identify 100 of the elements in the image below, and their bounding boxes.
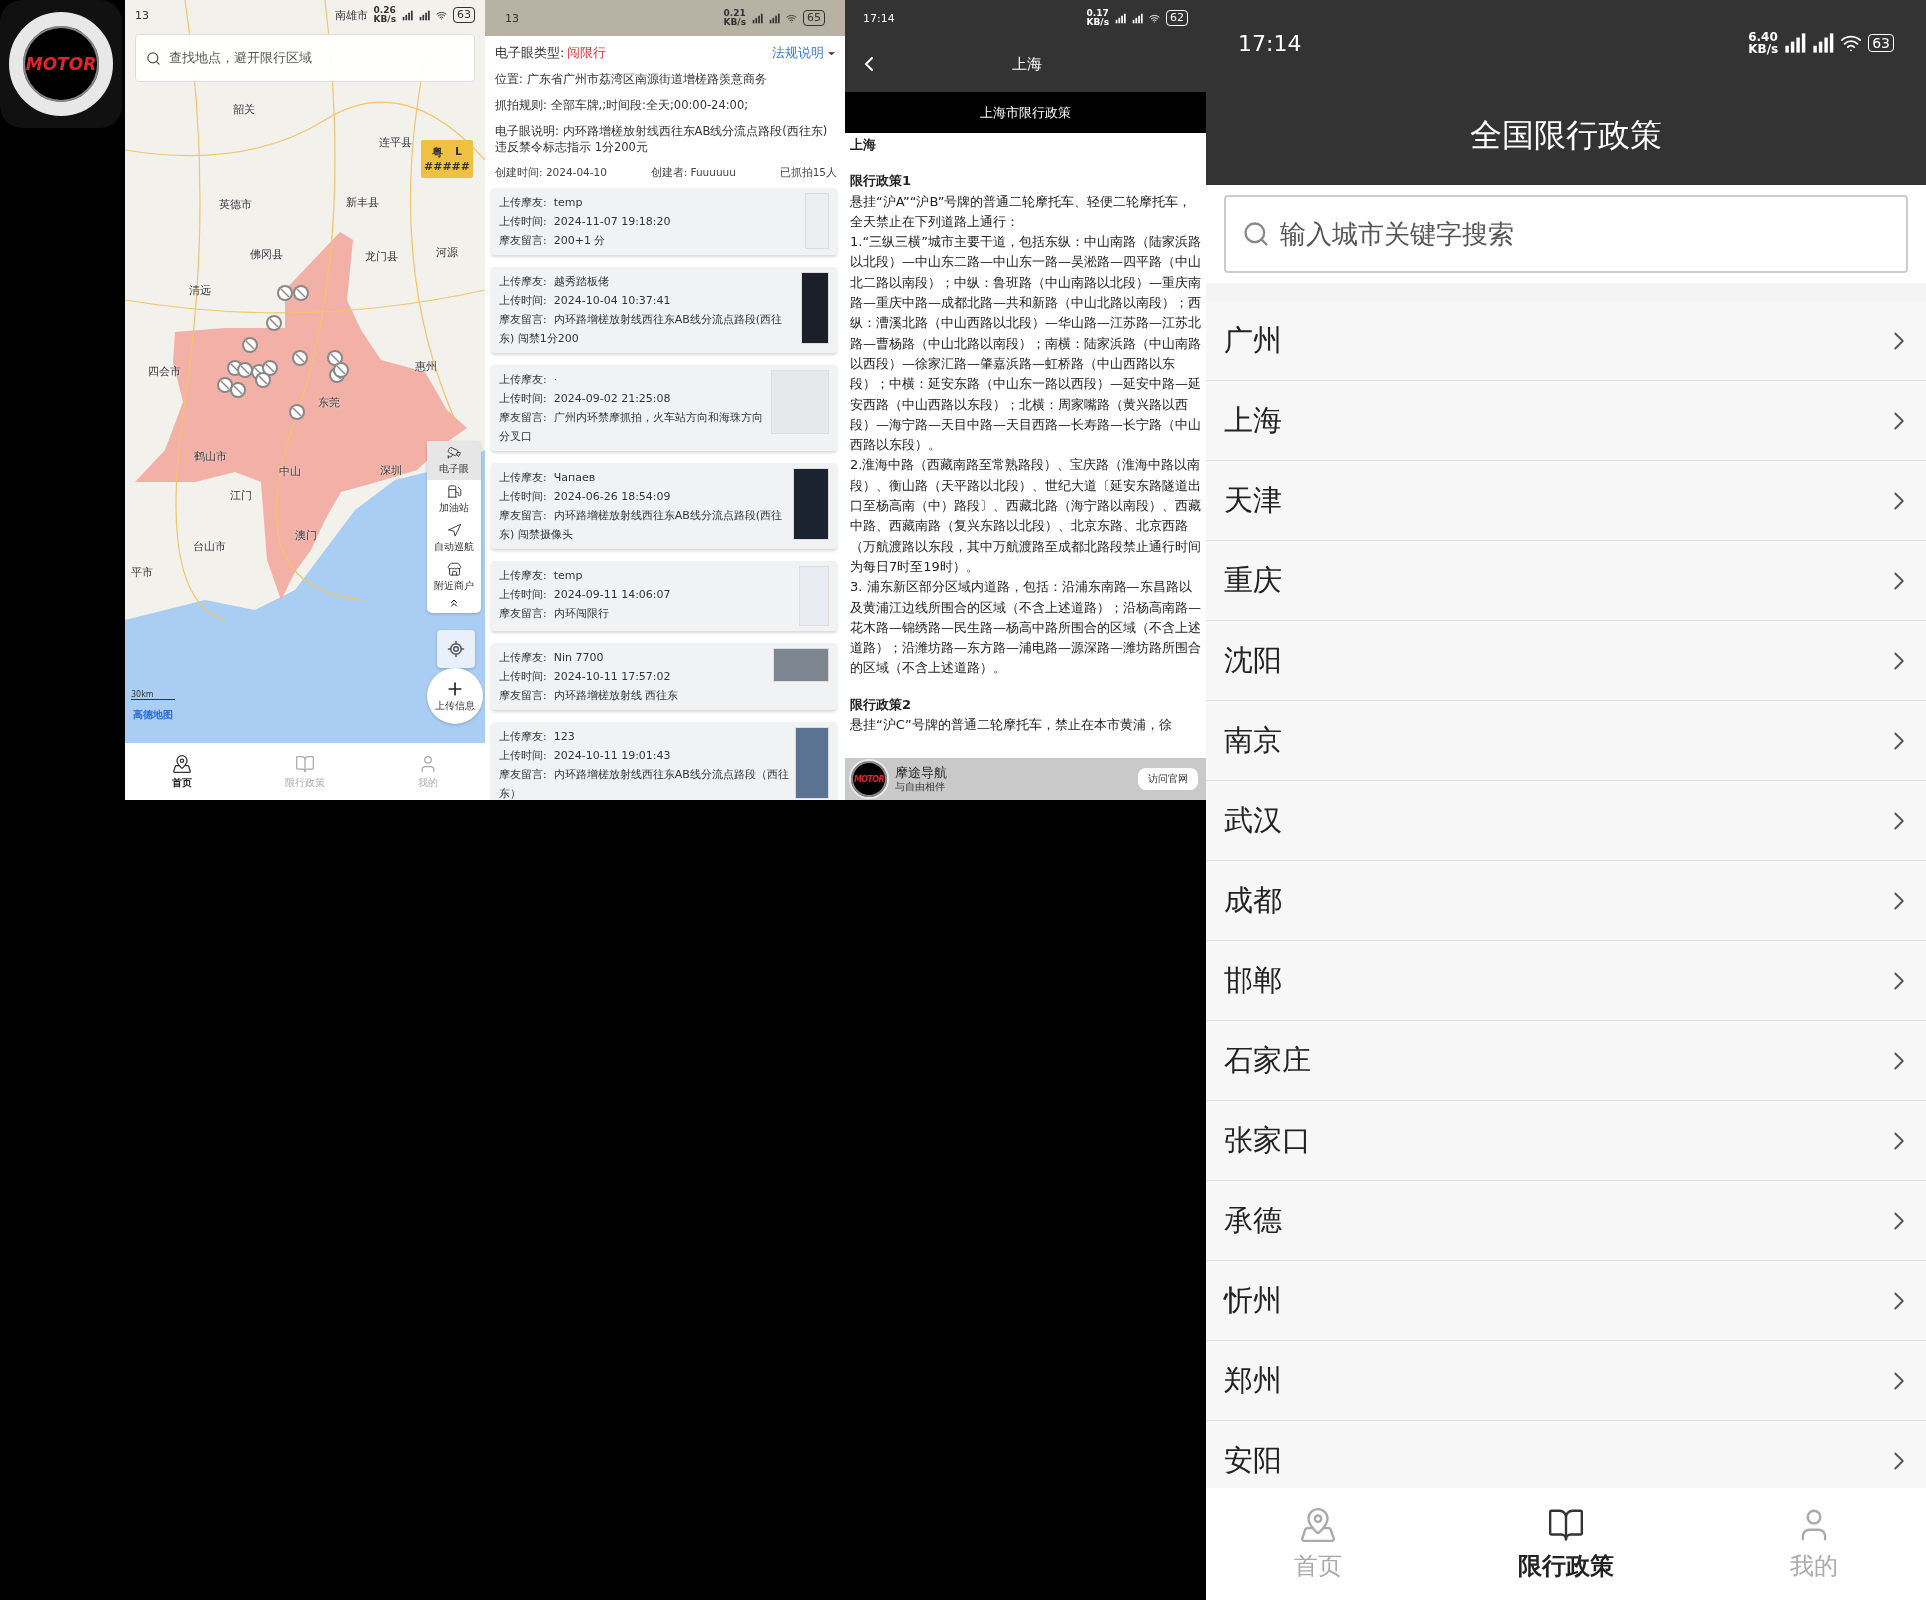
report-field: 上传摩友: Чапаев <box>499 468 787 487</box>
map-place-label: 韶关 <box>233 101 255 117</box>
search-field[interactable]: 输入城市关键字搜索 <box>1224 195 1908 273</box>
license-plate-badge: 粤 L ##### <box>421 140 473 178</box>
map-place-label: 深圳 <box>380 462 402 478</box>
policy-paragraph: 1.“三纵三横”城市主要干道，包括东纵：中山南路（陆家浜路以北段）—中山东二路—中山东一路—吴淞路—四平路（中山北二路以南段）；中纵：鲁班路（中山南路以北段）—重庆南路—重庆中路—成都北路—共和新路（中山北路以南段）；西纵：漕溪北路（中山西路以北段）—华山路—江苏路—江苏北路—曹杨路（中山北路以南段）；南横：陆家浜路（中山南路以西段）—徐家汇路—肇嘉浜路—虹桥路（中山西路以东段）；中横：延安东路（中山东一路以西段）—延安中路—延安西路（中山西路以东段）；北横：周家嘴路（黄兴路以西段）—海宁路—天目中路—天目西路—长寿路—长宁路（中山西路以东段）。 <box>850 233 1201 455</box>
report-card[interactable]: 上传摩友: 越秀踏板佬 上传时间: 2024-10-04 10:37:41 摩友留言: 内环路增槎放射线西往东AB线分流点路段(西往东) 闯禁1分200 <box>491 267 837 353</box>
creator-name: 创建者: Fuuuuuu <box>650 166 736 180</box>
camera-detail: 抓拍规则: 全部车牌,;时间段:全天;00:00-24:00; <box>495 97 750 114</box>
screenshot-thumbnail[interactable] <box>773 648 829 682</box>
report-field: 摩友留言: 内环路增槎放射线 西往东 <box>499 686 767 705</box>
map-place-label: 龙门县 <box>364 248 398 264</box>
camera-detail: 电子眼说明: 内环路增槎放射线西往东AB线分流点路段(西往东) 违反禁令标志指示 1分200元 <box>495 123 829 156</box>
report-field: 上传时间: 2024-10-11 17:57:02 <box>499 667 767 686</box>
map-tool-button[interactable]: 电子眼 <box>427 441 481 480</box>
screenshot-thumbnail[interactable] <box>793 468 829 540</box>
report-field: 上传时间: 2024-11-07 19:18:20 <box>499 212 799 231</box>
status-location: 南雄市 <box>334 7 368 23</box>
status-time: 17:14 <box>1238 30 1302 56</box>
network-speed: 0.21 <box>723 9 746 18</box>
rules-link[interactable]: 法规说明 <box>772 44 837 62</box>
network-speed: 0.26 <box>373 6 396 15</box>
map-scale: 30km <box>131 690 175 700</box>
screen-title: 上海 <box>1010 54 1043 74</box>
map-place-label: 鹤山市 <box>193 448 227 464</box>
report-field: 上传时间: 2024-10-04 10:37:41 <box>499 291 795 310</box>
collapse-icon[interactable] <box>448 597 460 609</box>
tool-icon <box>446 523 462 538</box>
report-field: 摩友留言: 内环闯限行 <box>499 604 793 623</box>
map-place-label: 四会市 <box>147 363 181 379</box>
map-brand-label: 高德地图 <box>133 708 173 722</box>
signal-icon <box>1812 32 1835 54</box>
map-tool-button[interactable]: 自动巡航 <box>427 519 481 558</box>
network-speed-unit: KB/s <box>1086 18 1109 27</box>
map-place-label: 惠州 <box>415 358 437 374</box>
search-icon <box>146 50 161 66</box>
network-speed: 6.40 <box>1748 31 1779 43</box>
app-slogan: 与自由相伴 <box>895 780 946 792</box>
signal-icon <box>1132 12 1143 24</box>
map-place-label: 佛冈县 <box>249 246 283 262</box>
report-field: 上传摩友: temp <box>499 566 793 585</box>
screenshot-thumbnail[interactable] <box>801 272 829 344</box>
report-field: 上传时间: 2024-09-02 21:25:08 <box>499 389 765 408</box>
signal-icon <box>769 12 780 24</box>
report-field: 摩友留言: 内环路增槎放射线西往东AB线分流点路段(西往东) 闯禁摄像头 <box>499 506 787 544</box>
battery-level: 63 <box>1868 33 1894 53</box>
report-field: 摩友留言: 广州内环禁摩抓拍，火车站方向和海珠方向分叉口 <box>499 408 765 446</box>
signal-icon <box>1115 12 1126 24</box>
map-place-label: 河源 <box>436 244 458 260</box>
battery-level: 62 <box>1166 10 1188 26</box>
tool-icon <box>446 445 462 460</box>
report-card[interactable]: 上传摩友: · 上传时间: 2024-09-02 21:25:08 摩友留言: 广州内环禁摩抓拍，火车站方向和海珠方向分叉口 <box>491 365 837 451</box>
nav-tab[interactable]: 限行政策 <box>1498 1506 1634 1582</box>
map-place-label: 清远 <box>189 282 211 298</box>
capture-count: 已抓拍15人 <box>779 166 837 180</box>
app-name: 摩途导航 <box>895 766 948 781</box>
policy-paragraph: 2.淮海中路（西藏南路至常熟路段）、宝庆路（淮海中路以南段）、衡山路（天平路以北段）、世纪大道〔延安东路隧道出口至杨高南（中）路段〕、西藏北路（海宁路以南段）、西藏中路、西藏南路（复兴东路以北段）、北京东路、北京西路（万航渡路以东段，其中万航渡路至成都北路段禁止通行时间为每日7时至19时）。 <box>850 456 1201 576</box>
report-field: 上传摩友: · <box>499 370 765 389</box>
visit-website-button[interactable]: 访问官网 <box>1138 768 1198 790</box>
app-logo: MOTOR <box>849 759 889 799</box>
camera-detail: 位置: 广东省广州市荔湾区南源街道增槎路羡意商务 <box>495 71 768 88</box>
signal-icon <box>1784 32 1807 54</box>
tab-icon <box>295 753 315 774</box>
map-tool-button[interactable]: 附近商户 <box>427 558 481 597</box>
city-heading: 上海 <box>850 136 877 154</box>
wifi-icon <box>786 12 797 24</box>
network-speed-unit: KB/s <box>373 15 396 24</box>
report-field: 摩友留言: 200+1 分 <box>499 231 799 250</box>
tab-icon <box>1299 1506 1337 1544</box>
map-place-label: 平市 <box>131 564 153 580</box>
locate-icon <box>447 640 465 658</box>
report-field: 上传时间: 2024-06-26 18:54:09 <box>499 487 787 506</box>
map-tool-button[interactable]: 加油站 <box>427 480 481 519</box>
nav-tab[interactable]: 首页 <box>151 753 212 790</box>
map-place-label: 英德市 <box>218 196 252 212</box>
policy-paragraph: 3. 浦东新区部分区域内道路，包括：沿浦东南路—东昌路以及黄浦江边线所围合的区域（不含上述道路）；沿杨高南路—花木路—锦绣路—民生路—杨高中路所围合的区域（不含上述道路）；沿潍坊路—东方路—浦电路—源深路—潍坊路所围合的区域（不含上述道路）。 <box>850 578 1201 678</box>
wifi-icon <box>1149 12 1160 24</box>
status-time: 13 <box>135 8 149 22</box>
report-card[interactable]: 上传摩友: 123 上传时间: 2024-10-11 19:01:43 摩友留言: 内环路增槎放射线西往东AB线分流点路段（西往东） <box>491 722 837 800</box>
status-time: 17:14 <box>863 11 895 25</box>
report-card[interactable]: 上传摩友: Чапаев 上传时间: 2024-06-26 18:54:09 摩友留言: 内环路增槎放射线西往东AB线分流点路段(西往东) 闯禁摄像头 <box>491 463 837 549</box>
policy-heading: 限行政策2 <box>850 695 913 714</box>
tool-icon <box>446 562 462 577</box>
report-card[interactable]: 上传摩友: temp 上传时间: 2024-09-11 14:06:07 摩友留言: 内环闯限行 <box>491 561 837 631</box>
map-place-label: 澳门 <box>295 527 317 543</box>
report-field: 上传摩友: temp <box>499 193 799 212</box>
tab-icon <box>171 753 192 774</box>
report-card[interactable]: 上传摩友: temp 上传时间: 2024-11-07 19:18:20 摩友留言: 200+1 分 <box>491 188 837 255</box>
report-field: 上传摩友: 123 <box>499 727 789 746</box>
map-place-label: 东莞 <box>318 394 340 410</box>
report-card[interactable]: 上传摩友: Nin 7700 上传时间: 2024-10-11 17:57:02 摩友留言: 内环路增槎放射线 西往东 <box>491 643 837 710</box>
report-field: 摩友留言: 内环路增槎放射线西往东AB线分流点路段(西往东) 闯禁1分200 <box>499 310 795 348</box>
screenshot-thumbnail[interactable] <box>795 727 829 799</box>
locate-button[interactable] <box>437 630 475 668</box>
policy-paragraph: 悬挂“沪C”号牌的普通二轮摩托车，禁止在本市黄浦，徐 <box>850 716 1173 734</box>
search-field[interactable]: 查找地点，避开限行区域 <box>135 34 475 82</box>
network-speed-unit: KB/s <box>1748 43 1779 55</box>
policy-banner-title: 上海市限行政策 <box>845 92 1206 133</box>
report-field: 上传时间: 2024-10-11 19:01:43 <box>499 746 789 765</box>
map-place-label: 连平县 <box>378 134 412 150</box>
